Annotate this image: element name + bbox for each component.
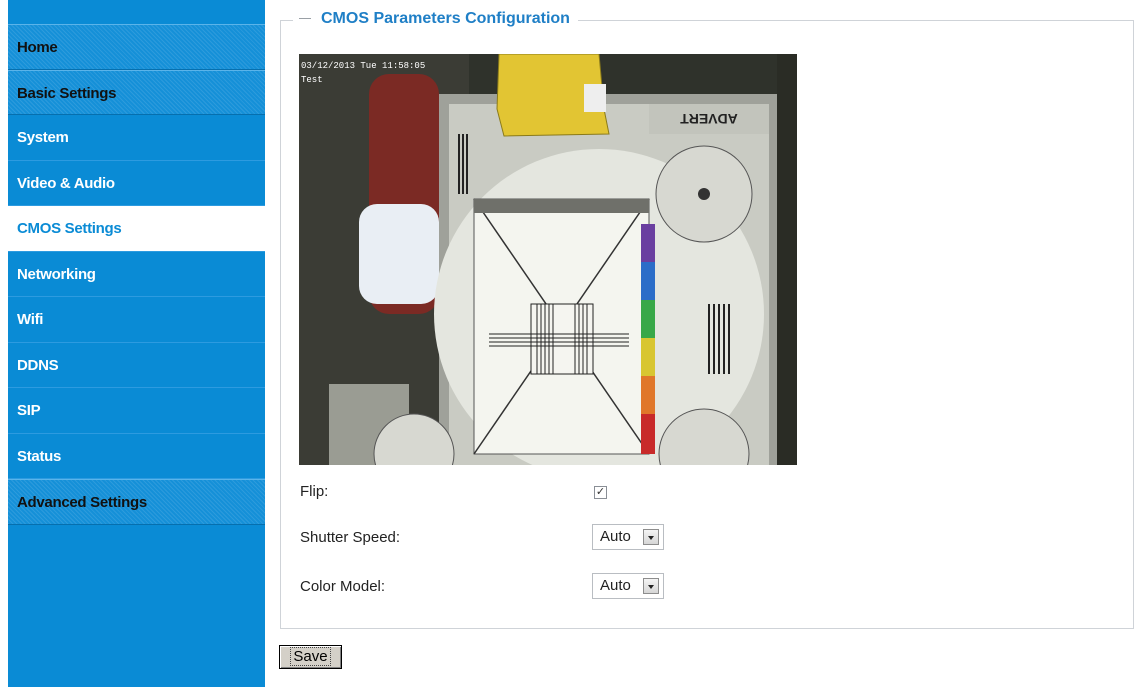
sidebar: Home Basic Settings System Video & Audio… — [8, 0, 265, 687]
camera-preview: ADVERT 03/12/2013 Tue 11:58:05 Test — [299, 54, 797, 465]
flip-checkbox[interactable]: ✓ — [594, 486, 607, 499]
camera-preview-image: ADVERT 03/12/2013 Tue 11:58:05 Test — [299, 54, 797, 465]
sidebar-item-system[interactable]: System — [8, 115, 265, 161]
sidebar-item-wifi[interactable]: Wifi — [8, 297, 265, 343]
page-title: CMOS Parameters Configuration — [321, 10, 570, 27]
preview-overlay-name: Test — [301, 75, 323, 85]
shutter-speed-label: Shutter Speed: — [300, 529, 401, 546]
sidebar-item-networking[interactable]: Networking — [8, 252, 265, 297]
sidebar-item-home[interactable]: Home — [8, 24, 265, 70]
sidebar-item-cmos-settings[interactable]: CMOS Settings — [8, 206, 265, 252]
sidebar-item-advanced-settings[interactable]: Advanced Settings — [8, 479, 265, 525]
chevron-down-icon[interactable] — [643, 578, 659, 594]
save-button-label: Save — [290, 647, 331, 666]
fieldset-legend: CMOS Parameters Configuration — [293, 9, 578, 29]
svg-text:ADVERT: ADVERT — [680, 111, 738, 127]
sidebar-item-basic-settings[interactable]: Basic Settings — [8, 69, 265, 115]
sidebar-top-strip — [8, 0, 265, 24]
chevron-down-icon[interactable] — [643, 529, 659, 545]
preview-overlay-date: 03/12/2013 Tue 11:58:05 — [301, 61, 425, 71]
cmos-parameters-fieldset: CMOS Parameters Configuration ADVERT 03/… — [280, 9, 1134, 629]
sidebar-item-status[interactable]: Status — [8, 434, 265, 479]
color-model-label: Color Model: — [300, 578, 386, 595]
sidebar-item-sip[interactable]: SIP — [8, 388, 265, 434]
check-mark-icon: ✓ — [595, 486, 606, 498]
shutter-speed-select[interactable]: Auto — [592, 524, 664, 550]
color-model-select[interactable]: Auto — [592, 573, 664, 599]
flip-label: Flip: — [300, 483, 329, 500]
legend-dash — [299, 18, 311, 20]
shutter-speed-value: Auto — [600, 528, 631, 545]
main-content: CMOS Parameters Configuration ADVERT 03/… — [265, 0, 1139, 687]
color-model-value: Auto — [600, 577, 631, 594]
save-button[interactable]: Save — [279, 645, 342, 669]
sidebar-item-video-audio[interactable]: Video & Audio — [8, 161, 265, 206]
sidebar-item-ddns[interactable]: DDNS — [8, 343, 265, 388]
